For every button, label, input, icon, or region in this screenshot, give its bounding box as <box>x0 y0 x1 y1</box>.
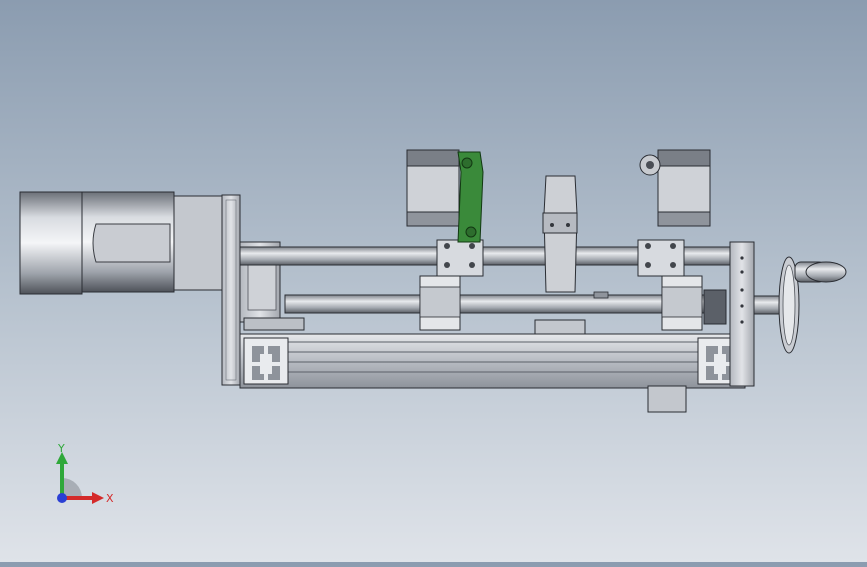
end-plate-right[interactable] <box>729 241 755 387</box>
cad-viewport[interactable]: Y X <box>0 0 867 562</box>
guide-rod-lower[interactable] <box>284 294 711 314</box>
green-link[interactable] <box>457 151 484 243</box>
coordinate-triad: Y X <box>56 442 114 505</box>
triad-y-label: Y <box>57 442 65 455</box>
handwheel[interactable] <box>753 256 847 354</box>
frame-extrusion[interactable] <box>239 333 746 389</box>
motor[interactable] <box>19 191 227 295</box>
motor-flange[interactable] <box>221 194 241 386</box>
triad-x-label: X <box>106 492 114 505</box>
mount-block[interactable] <box>647 385 687 413</box>
assembly-drawing <box>19 149 847 413</box>
